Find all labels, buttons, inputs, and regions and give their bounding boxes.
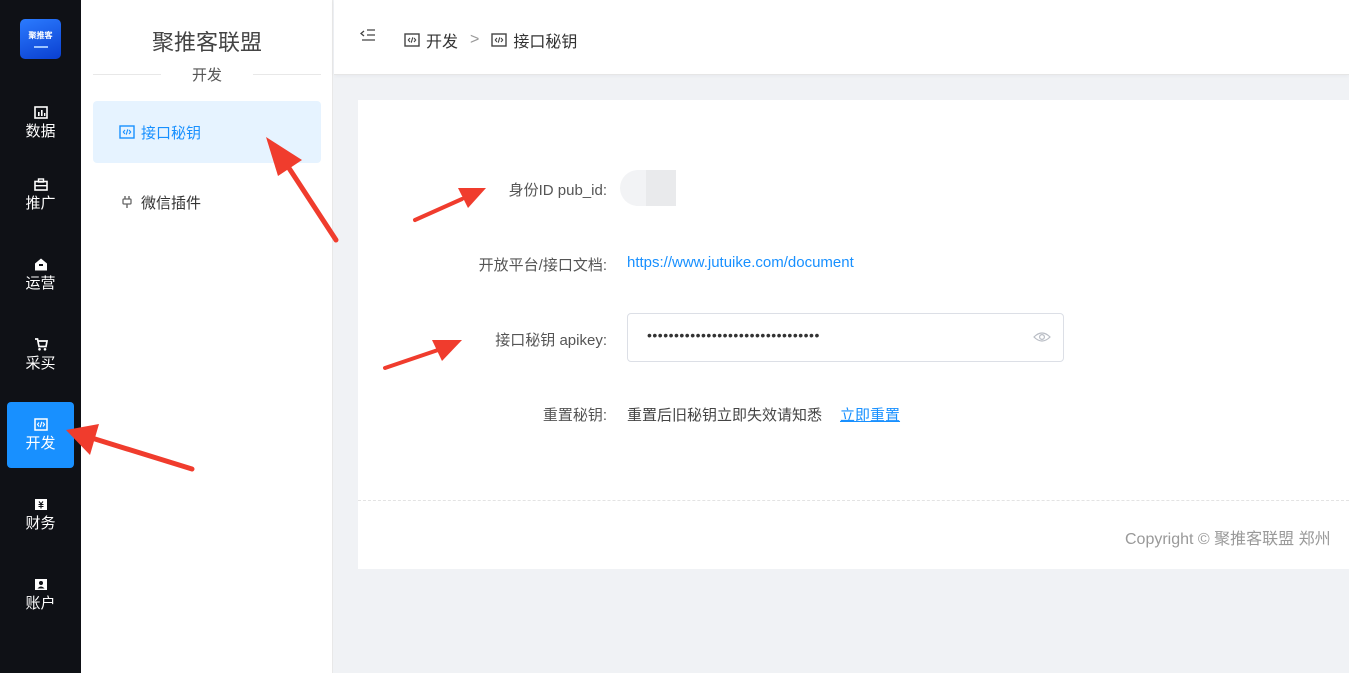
menu-section-header: 开发 [93,64,321,84]
reset-row: 重置后旧秘钥立即失效请知悉 立即重置 [627,404,900,425]
money-icon [34,499,47,510]
section-title: 开发 [191,67,222,84]
chart-icon [33,106,48,119]
rail-item-data[interactable]: 数据 [7,90,74,156]
rail-item-promote[interactable]: 推广 [7,162,74,228]
menu-fold-icon [360,29,375,41]
secondary-menu: 聚推客联盟 开发 接口秘钥 微信插件 [81,0,333,673]
code-icon [33,418,48,431]
apikey-masked-value: •••••••••••••••••••••••••••••••• [647,327,820,343]
briefcase-icon [33,178,48,191]
menu-fold-button[interactable] [360,28,376,42]
code-icon [404,33,420,47]
menu-item-api-key[interactable]: 接口秘钥 [93,101,321,163]
pubid-label: 身份ID pub_id: [508,182,607,199]
menu-item-label: 接口秘钥 [141,124,202,142]
apikey-label: 接口秘钥 apikey: [495,332,607,349]
doc-link[interactable]: https://www.jutuike.com/document [627,254,854,271]
code-icon [491,33,508,47]
breadcrumb-first[interactable]: 开发 [426,28,458,52]
logo-underline [33,46,48,48]
cart-icon [34,338,48,351]
reset-label: 重置秘钥: [542,407,607,424]
eye-icon[interactable] [1033,330,1051,344]
menu-item-label: 微信插件 [141,194,202,212]
brand-title: 聚推客联盟 [151,30,262,55]
pubid-value-masked [620,170,676,206]
rail-label: 账户 [25,595,56,612]
rail-label: 运营 [25,275,56,292]
rail-item-operate[interactable]: 运营 [7,242,74,308]
rail-label: 推广 [25,195,56,212]
house-icon [34,258,47,271]
user-icon [34,579,47,590]
rail-label: 开发 [25,435,56,452]
rail-item-account[interactable]: 账户 [7,562,74,628]
footer-divider [358,500,1349,501]
rail-item-develop[interactable]: 开发 [7,402,74,468]
reset-now-link[interactable]: 立即重置 [840,407,900,424]
rail-label: 采买 [25,355,56,372]
breadcrumb-separator: > [470,31,480,48]
top-header: 开发 > 接口秘钥 [334,0,1349,75]
rail-label: 数据 [25,123,56,140]
logo-text: 聚推客 [28,31,53,40]
breadcrumb-current: 接口秘钥 [513,34,578,51]
copyright-text: Copyright © 聚推客联盟 郑州 [1125,531,1331,548]
doc-label: 开放平台/接口文档: [478,257,607,274]
rail-item-purchase[interactable]: 采买 [7,322,74,388]
left-rail: 聚推客 数据 推广 运营 采买 开发 财务 账户 [0,0,81,673]
breadcrumb: 开发 > 接口秘钥 [404,28,577,52]
rail-item-finance[interactable]: 财务 [7,482,74,548]
reset-hint: 重置后旧秘钥立即失效请知悉 [627,407,823,424]
rail-label: 财务 [25,515,56,532]
plug-icon [122,196,132,208]
apikey-input[interactable]: •••••••••••••••••••••••••••••••• [627,313,1064,362]
menu-item-wechat-plugin[interactable]: 微信插件 [93,171,321,233]
api-key-card: 身份ID pub_id: 开放平台/接口文档: https://www.jutu… [358,100,1349,569]
app-logo[interactable]: 聚推客 [20,19,61,59]
code-icon [119,125,135,139]
